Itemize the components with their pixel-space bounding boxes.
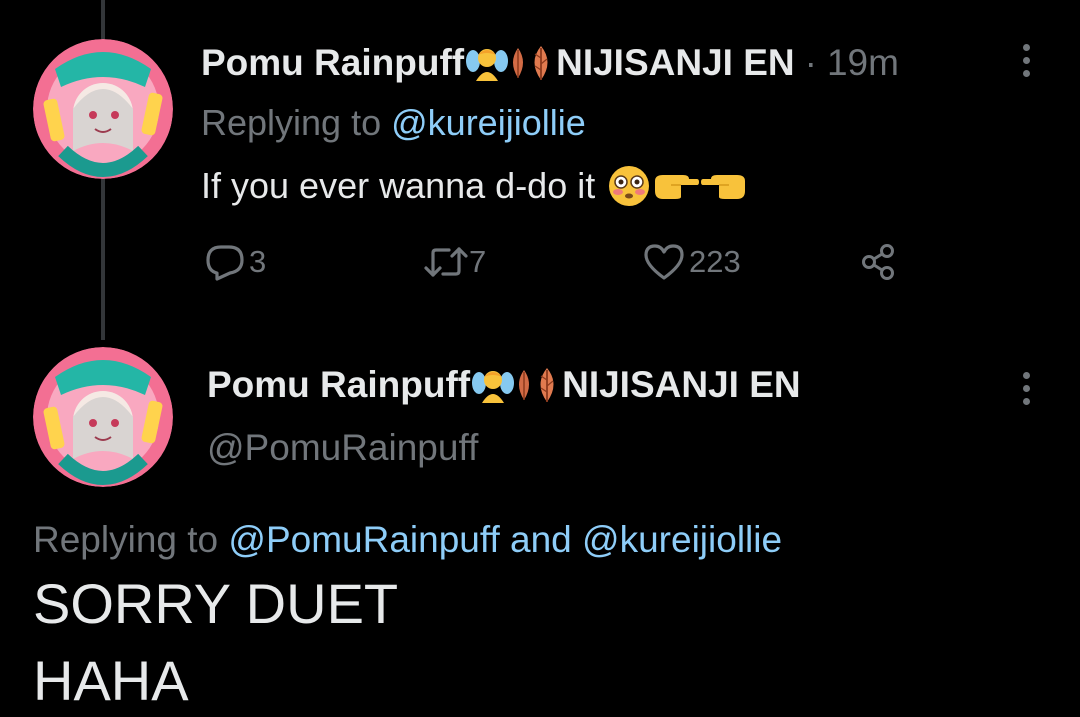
reply-button[interactable]: 3 xyxy=(205,240,266,284)
mention-and: and xyxy=(510,519,572,560)
mention-link[interactable]: @kureijiollie xyxy=(391,102,586,143)
avatar[interactable] xyxy=(33,347,173,487)
mention-link[interactable]: @PomuRainpuff xyxy=(228,519,499,560)
pointing-right-hand-icon xyxy=(655,175,700,199)
org-name: NIJISANJI EN xyxy=(556,42,795,83)
fairy-emoji-icon xyxy=(466,49,509,81)
more-options-icon[interactable] xyxy=(1018,372,1034,405)
fairy-emoji-icon xyxy=(472,371,515,403)
name-emoji-group xyxy=(472,366,560,404)
tweet-text-body: If you ever wanna d-do it xyxy=(201,165,596,206)
name-emoji-group xyxy=(466,44,554,82)
display-name[interactable]: Pomu Rainpuff xyxy=(207,363,470,407)
retweet-icon xyxy=(424,247,468,277)
like-button[interactable]: 223 xyxy=(643,240,741,284)
replying-to-line: Replying to @kureijiollie xyxy=(201,101,586,145)
timestamp[interactable]: 19m xyxy=(827,41,899,85)
leaf-icon xyxy=(534,46,548,80)
replying-to-line: Replying to @PomuRainpuff and @kureijiol… xyxy=(33,517,782,563)
flushed-face-icon xyxy=(609,166,650,206)
retweet-button[interactable]: 7 xyxy=(423,240,486,284)
tweet-header: Pomu Rainpuff NIJISANJI EN xyxy=(207,363,801,407)
leaf-icon xyxy=(540,368,554,402)
reply-icon xyxy=(206,245,244,281)
avatar[interactable] xyxy=(33,39,173,179)
leaf-icon xyxy=(519,370,530,400)
user-handle[interactable]: @PomuRainpuff xyxy=(207,426,478,470)
replying-to-label: Replying to xyxy=(33,519,219,560)
org-name: NIJISANJI EN xyxy=(562,364,801,405)
heart-icon xyxy=(644,244,684,280)
retweet-count: 7 xyxy=(469,244,487,279)
mention-link[interactable]: @kureijiollie xyxy=(582,519,782,560)
leaf-icon xyxy=(513,48,524,78)
tweet-text-line: SORRY DUET xyxy=(33,572,399,635)
reply-count: 3 xyxy=(249,244,267,279)
share-icon xyxy=(862,244,894,280)
more-options-icon[interactable] xyxy=(1018,44,1034,77)
pointing-left-hand-icon xyxy=(701,175,746,199)
display-name[interactable]: Pomu Rainpuff xyxy=(201,41,464,85)
share-button[interactable] xyxy=(859,240,899,284)
like-count: 223 xyxy=(689,244,741,279)
tweet-header: Pomu Rainpuff NIJISANJI EN · 19m xyxy=(201,41,899,85)
separator-dot: · xyxy=(804,42,817,83)
tweet-text: If you ever wanna d-do it xyxy=(201,164,747,208)
tweet-actions: 3 7 223 xyxy=(205,240,905,284)
tweet-text-line: HAHA xyxy=(33,649,189,712)
replying-to-label: Replying to xyxy=(201,102,382,143)
